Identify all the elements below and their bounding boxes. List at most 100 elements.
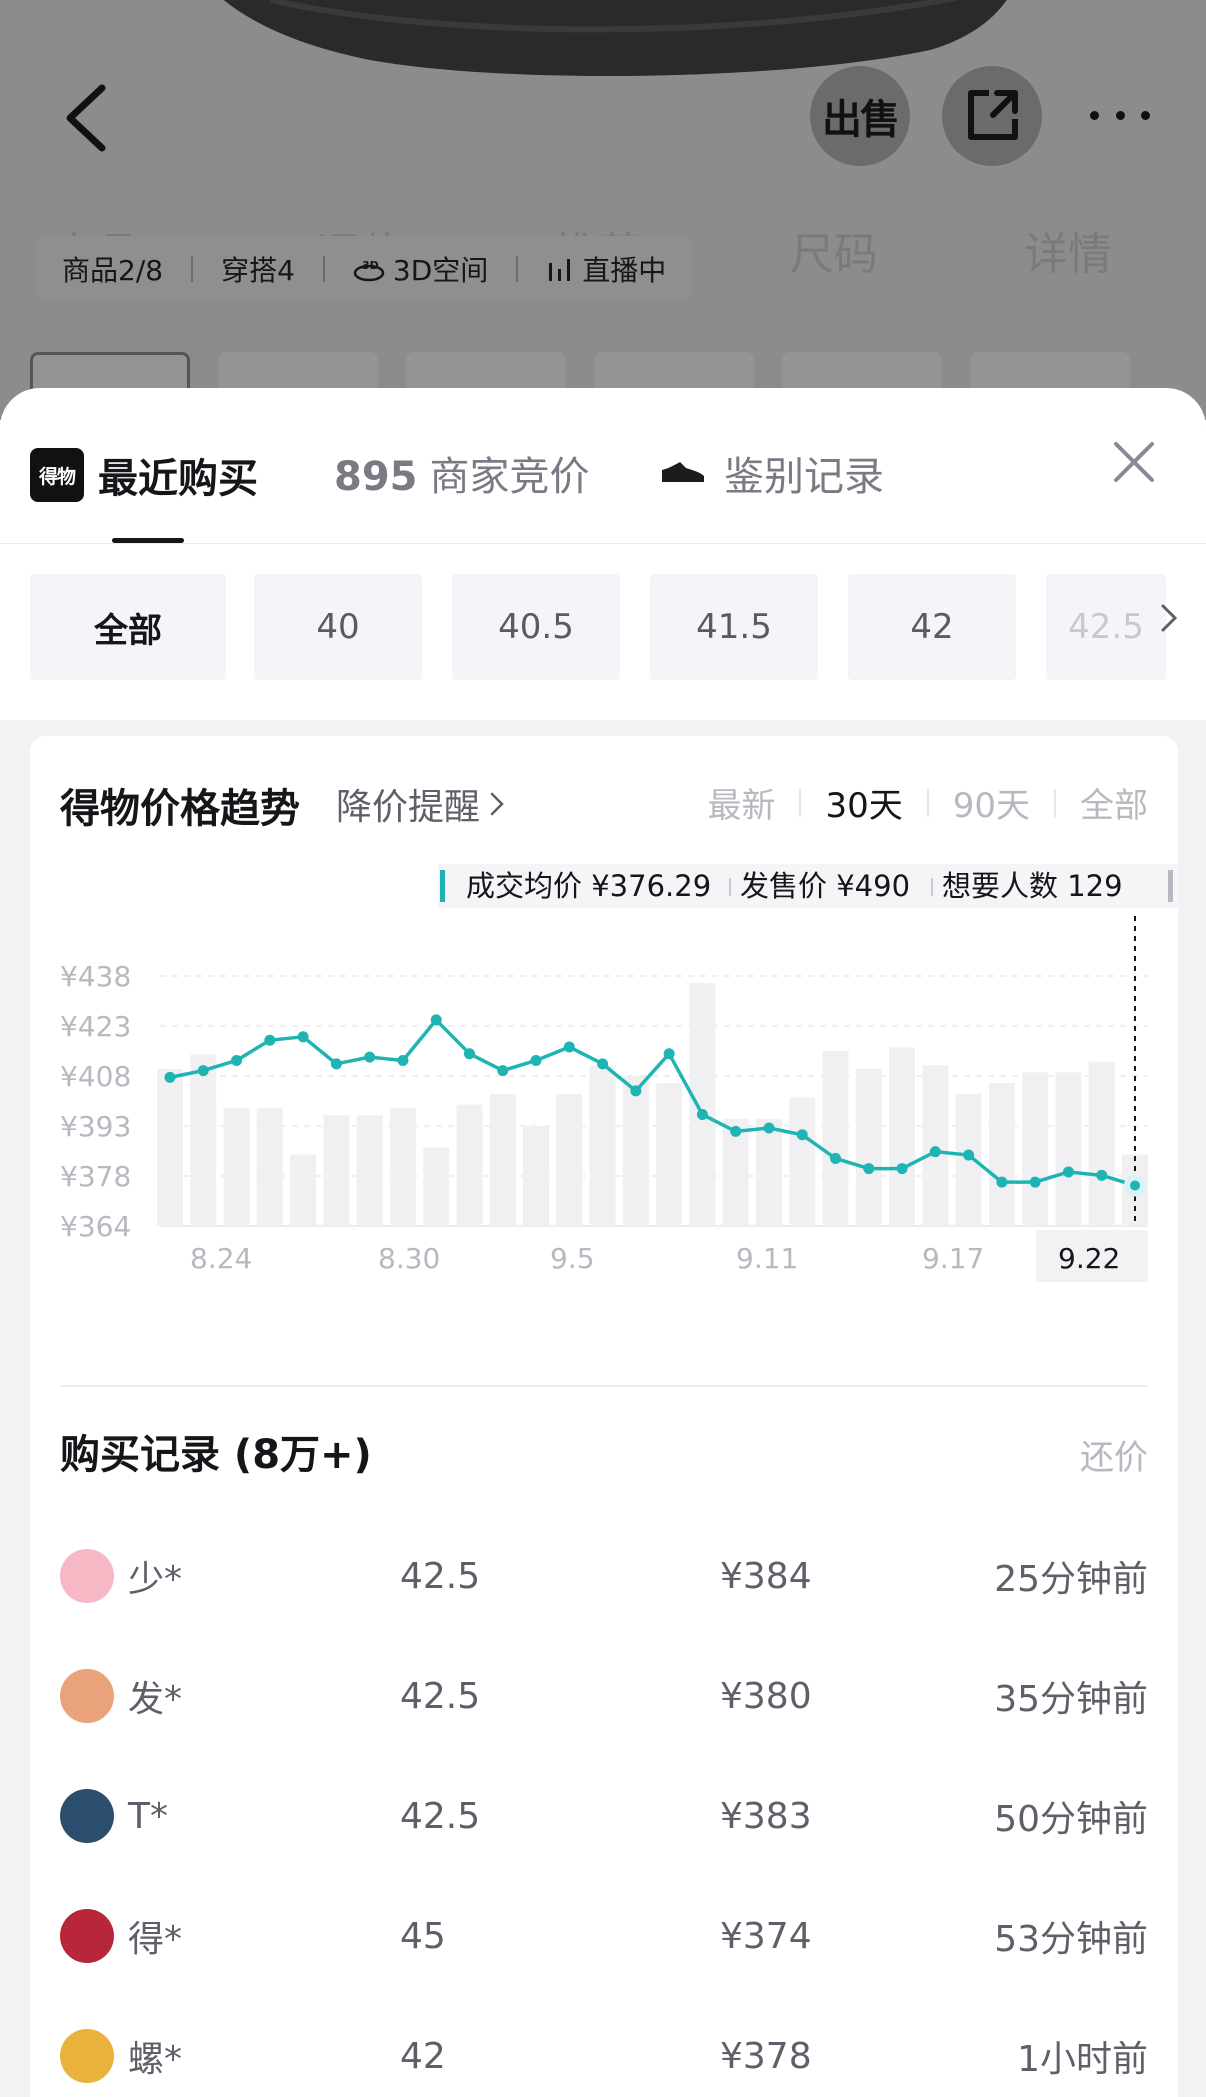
- volume-bar: [689, 983, 716, 1226]
- price-point[interactable]: [963, 1149, 975, 1161]
- avatar: [60, 1909, 114, 1963]
- tab-authentication-records[interactable]: 鉴别记录: [660, 444, 884, 502]
- volume-bar: [755, 1118, 782, 1226]
- purchase-record-row: T* 42.5 ¥383 50分钟前: [60, 1756, 1148, 1876]
- volume-bar: [389, 1108, 416, 1226]
- ghost-tab: 尺码: [790, 229, 878, 280]
- volume-bar: [356, 1115, 383, 1226]
- price-point[interactable]: [597, 1058, 609, 1070]
- volume-bar: [323, 1115, 350, 1226]
- info-strip-accent: [440, 870, 445, 902]
- volume-bar: [157, 1068, 183, 1226]
- volume-bar: [523, 1126, 550, 1226]
- price-point[interactable]: [197, 1065, 209, 1077]
- size-chip[interactable]: 41.5: [650, 574, 818, 680]
- avatar: [60, 1549, 114, 1603]
- price-point[interactable]: [497, 1065, 509, 1077]
- price-point[interactable]: [1096, 1169, 1108, 1181]
- volume-bar: [290, 1154, 317, 1226]
- close-icon[interactable]: [1110, 438, 1158, 486]
- size-filter-bar: 全部 40 40.5 41.5 42 42.5: [0, 544, 1206, 720]
- price-point[interactable]: [231, 1054, 243, 1066]
- tab-merchant-bids[interactable]: 895 商家竞价: [334, 444, 590, 502]
- buyer-name: 螺*: [128, 2039, 183, 2080]
- x-tick-label: 8.24: [190, 1242, 252, 1275]
- sell-button[interactable]: 出售: [810, 66, 910, 166]
- price-point[interactable]: [696, 1109, 708, 1121]
- volume-bar: [190, 1054, 217, 1226]
- price-point[interactable]: [763, 1122, 775, 1134]
- pill-live[interactable]: 直播中: [546, 249, 666, 289]
- price-point[interactable]: [896, 1163, 908, 1175]
- range-tab-90d[interactable]: 90天: [953, 778, 1030, 827]
- price-point[interactable]: [364, 1051, 376, 1063]
- price-point[interactable]: [297, 1031, 309, 1043]
- price-point[interactable]: [1029, 1176, 1041, 1188]
- buyer-name: 得*: [128, 1919, 183, 1960]
- price-point[interactable]: [863, 1163, 875, 1175]
- price-point[interactable]: [330, 1058, 342, 1070]
- price-drop-alert-link[interactable]: 降价提醒: [336, 778, 504, 830]
- price-point[interactable]: [264, 1034, 276, 1046]
- range-tab-latest[interactable]: 最新: [707, 778, 775, 827]
- price-point[interactable]: [397, 1054, 409, 1066]
- price-point[interactable]: [463, 1048, 475, 1060]
- volume-bar: [589, 1065, 616, 1226]
- volume-bar: [855, 1068, 882, 1226]
- volume-bar: [423, 1147, 450, 1226]
- price-sheet: 得物 最近购买 895 商家竞价 鉴别记录 全部 40 40.5 41.5 42 …: [0, 388, 1206, 2097]
- range-tab-all[interactable]: 全部: [1080, 778, 1148, 827]
- size-chip[interactable]: 40: [254, 574, 422, 680]
- price-point[interactable]: [430, 1014, 442, 1026]
- size-chip[interactable]: 42.5: [1046, 574, 1166, 680]
- pill-product-index[interactable]: 商品2/8: [62, 249, 163, 289]
- volume-bar: [1022, 1072, 1049, 1226]
- info-strip-end-mark: [1168, 870, 1173, 902]
- more-icon[interactable]: [1090, 100, 1150, 130]
- counter-offer-link[interactable]: 还价: [1080, 1430, 1148, 1479]
- price-point[interactable]: [164, 1071, 176, 1083]
- price-point[interactable]: [929, 1146, 941, 1158]
- pill-3d-space[interactable]: 3D 3D空间: [353, 249, 488, 289]
- product-page-background: 出售 商品 评价 推荐 尺码 详情 商品2/8 穿搭4 3D 3D空间 直播中: [0, 0, 1206, 420]
- 3d-icon: 3D: [353, 259, 385, 282]
- wanters-count-label: 想要人数 129: [942, 869, 1123, 903]
- trend-title: 得物价格趋势: [60, 786, 300, 832]
- record-time: 25分钟前: [994, 1559, 1148, 1600]
- volume-bar: [489, 1093, 516, 1226]
- share-button[interactable]: [942, 66, 1042, 166]
- volume-bar: [256, 1108, 283, 1226]
- size-chip[interactable]: 42: [848, 574, 1016, 680]
- back-icon[interactable]: [58, 82, 114, 154]
- sheet-tab-bar: 得物 最近购买 895 商家竞价 鉴别记录: [0, 388, 1206, 544]
- price-point[interactable]: [830, 1152, 842, 1164]
- price-point[interactable]: [630, 1085, 642, 1097]
- record-price: ¥380: [720, 1675, 812, 1717]
- pill-outfit[interactable]: 穿搭4: [221, 249, 295, 289]
- volume-bar: [1088, 1061, 1115, 1226]
- size-chip[interactable]: 40.5: [452, 574, 620, 680]
- x-tick-label: 9.5: [550, 1242, 595, 1275]
- record-size: 42.5: [400, 1675, 481, 1717]
- dewu-logo: 得物: [30, 448, 84, 502]
- x-tick-label: 8.30: [378, 1242, 440, 1275]
- record-size: 42: [400, 2035, 446, 2077]
- price-point[interactable]: [996, 1176, 1008, 1188]
- price-point[interactable]: [563, 1041, 575, 1053]
- price-point[interactable]: [730, 1125, 742, 1137]
- latest-price-point[interactable]: [1124, 1174, 1146, 1197]
- price-point[interactable]: [796, 1129, 808, 1141]
- price-point[interactable]: [530, 1054, 542, 1066]
- buyer-name: 发*: [128, 1679, 183, 1720]
- size-chip-all[interactable]: 全部: [30, 574, 226, 680]
- y-tick-label: ¥378: [60, 1160, 131, 1193]
- tab-recent-purchases[interactable]: 最近购买: [98, 446, 258, 504]
- buyer-name: T*: [128, 1795, 168, 1837]
- divider: [60, 1385, 1148, 1387]
- volume-bar: [622, 1076, 649, 1226]
- sell-label: 出售: [822, 97, 900, 143]
- price-point[interactable]: [663, 1048, 675, 1060]
- range-tab-30d[interactable]: 30天: [825, 778, 902, 827]
- price-point[interactable]: [1062, 1166, 1074, 1178]
- chevron-right-icon[interactable]: [1160, 602, 1178, 634]
